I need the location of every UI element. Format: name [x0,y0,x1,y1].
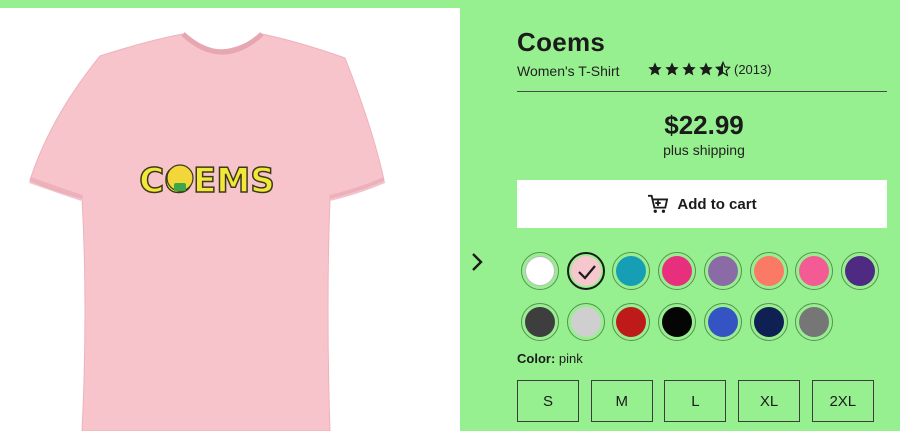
size-option-2xl[interactable]: 2XL [811,380,874,422]
cart-icon [648,194,669,213]
color-swatch-red[interactable] [612,303,651,341]
color-label: Color: pink [517,351,583,366]
star-icon [648,62,662,76]
swatch-color-fill [844,256,875,286]
swatch-color-fill [525,307,555,337]
add-to-cart-label: Add to cart [677,195,757,213]
next-image-button[interactable] [466,248,488,276]
shipping-note: plus shipping [663,142,745,158]
price: $22.99 [664,110,744,140]
star-half-icon [715,61,731,77]
rating-stars [647,61,731,77]
color-swatch-hot-pink[interactable] [795,252,834,290]
tshirt-shape [29,33,385,431]
color-swatch-teal[interactable] [612,252,651,290]
swatch-color-fill [753,256,784,286]
rating[interactable]: (2013) [647,61,772,77]
swatch-color-fill [525,256,555,286]
add-to-cart-button[interactable]: Add to cart [517,180,887,228]
color-swatch-dark-purple[interactable] [840,252,879,290]
color-swatch-white[interactable] [521,252,559,290]
star-icon [682,62,696,76]
money-tongue [174,183,186,191]
swatch-color-fill [707,256,738,286]
color-swatch-coral[interactable] [749,252,788,290]
selected-color: pink [558,351,583,366]
swatch-color-fill [799,307,830,337]
color-swatch-black[interactable] [658,303,697,341]
color-swatch-purple[interactable] [703,252,742,290]
check-icon [577,265,596,280]
color-swatch-navy[interactable] [749,303,788,341]
swatch-color-fill [753,307,784,337]
product-subtitle: Women's T-Shirt [517,63,620,79]
color-swatch-royal-blue[interactable] [703,303,742,341]
color-swatch-raspberry[interactable] [658,252,697,290]
divider [517,91,887,92]
size-option-m[interactable]: M [590,380,653,422]
color-label-key: Color: [517,351,556,366]
chevron-right-icon [472,253,483,271]
size-option-xl[interactable]: XL [738,380,801,422]
swatch-color-fill [662,307,693,337]
swatch-color-fill [616,256,647,286]
color-swatch-pink[interactable] [566,252,605,290]
swatch-color-fill [707,307,738,337]
swatch-color-fill [799,256,830,286]
tshirt-design-text: COEMS [139,161,274,201]
swatch-color-fill [616,307,647,337]
size-option-l[interactable]: L [664,380,727,422]
rating-count: (2013) [734,61,772,77]
product-title: Coems [517,27,606,57]
color-swatch-charcoal[interactable] [521,303,559,341]
swatch-color-fill [570,307,601,337]
star-icon [665,62,679,76]
color-swatch-light-gray[interactable] [566,303,605,341]
tshirt-image: COEMS [28,32,386,431]
size-option-s[interactable]: S [517,380,579,422]
swatch-color-fill [662,256,693,286]
product-image-panel: COEMS [0,8,460,431]
star-icon [699,62,713,76]
color-swatch-gray[interactable] [795,303,834,341]
